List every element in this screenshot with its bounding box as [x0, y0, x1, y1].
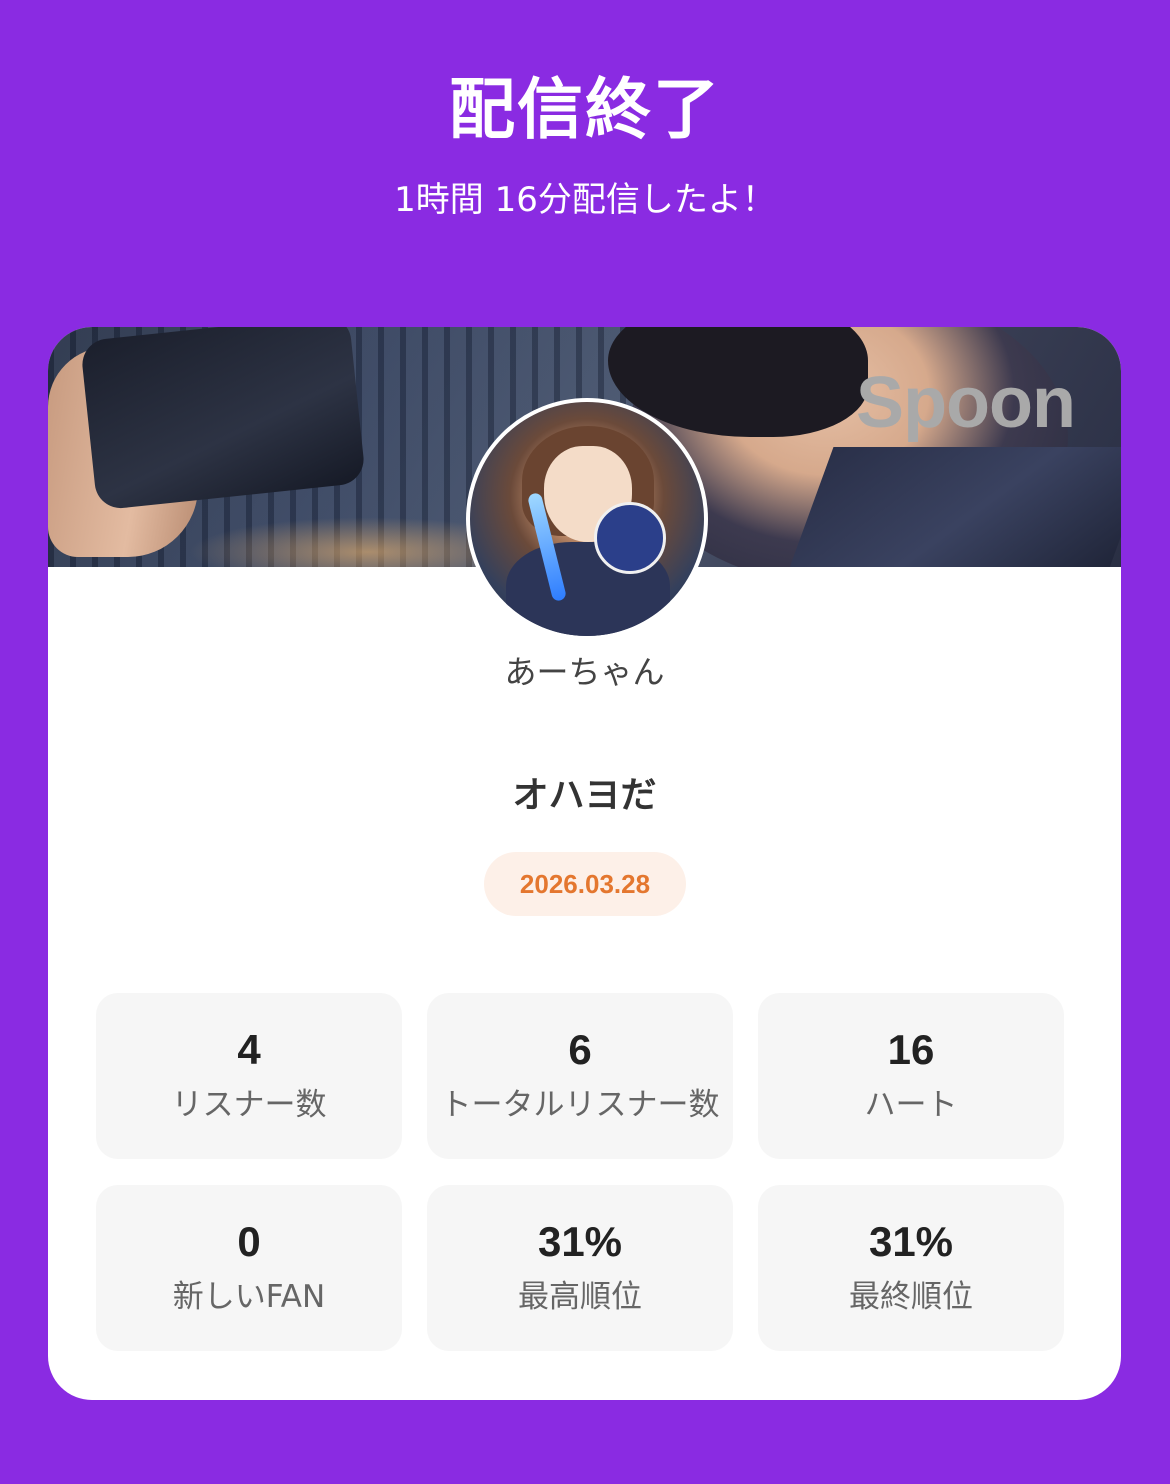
stat-value: 0 — [237, 1218, 261, 1265]
stat-listeners: 4 リスナー数 — [96, 993, 402, 1159]
page-title: 配信終了 — [449, 71, 721, 148]
stats-grid: 4 リスナー数 6 トータルリスナー数 16 ハート 0 新しいFAN 31% … — [96, 993, 1064, 1353]
spoon-logo: Spoon — [856, 363, 1076, 443]
stat-value: 31% — [537, 1218, 623, 1265]
stat-final-rank: 31% 最終順位 — [758, 1185, 1064, 1351]
banner-phone — [79, 327, 367, 511]
stat-label: 新しいFAN — [172, 1279, 326, 1315]
avatar[interactable] — [466, 398, 708, 640]
stat-hearts: 16 ハート — [758, 993, 1064, 1159]
stat-value: 6 — [568, 1026, 592, 1073]
stat-value: 16 — [887, 1026, 935, 1073]
result-card: Spoon あーちゃん オハヨだ 2026.03.28 4 リスナー数 6 トー… — [48, 327, 1121, 1400]
avatar-fan — [594, 502, 666, 574]
stream-title: オハヨだ — [512, 775, 657, 816]
stat-best-rank: 31% 最高順位 — [427, 1185, 733, 1351]
date-badge: 2026.03.28 — [484, 852, 686, 916]
stat-value: 31% — [868, 1218, 954, 1265]
stat-label: リスナー数 — [171, 1087, 327, 1123]
stat-label: トータルリスナー数 — [440, 1087, 720, 1123]
duration-subtitle: 1時間 16分配信したよ！ — [394, 180, 776, 220]
stat-value: 4 — [237, 1026, 261, 1073]
stat-new-fans: 0 新しいFAN — [96, 1185, 402, 1351]
username: あーちゃん — [504, 653, 665, 691]
stat-label: 最高順位 — [518, 1279, 642, 1315]
stat-label: 最終順位 — [849, 1279, 973, 1315]
banner-kimono — [782, 447, 1121, 567]
stat-total-listeners: 6 トータルリスナー数 — [427, 993, 733, 1159]
stat-label: ハート — [864, 1087, 958, 1123]
